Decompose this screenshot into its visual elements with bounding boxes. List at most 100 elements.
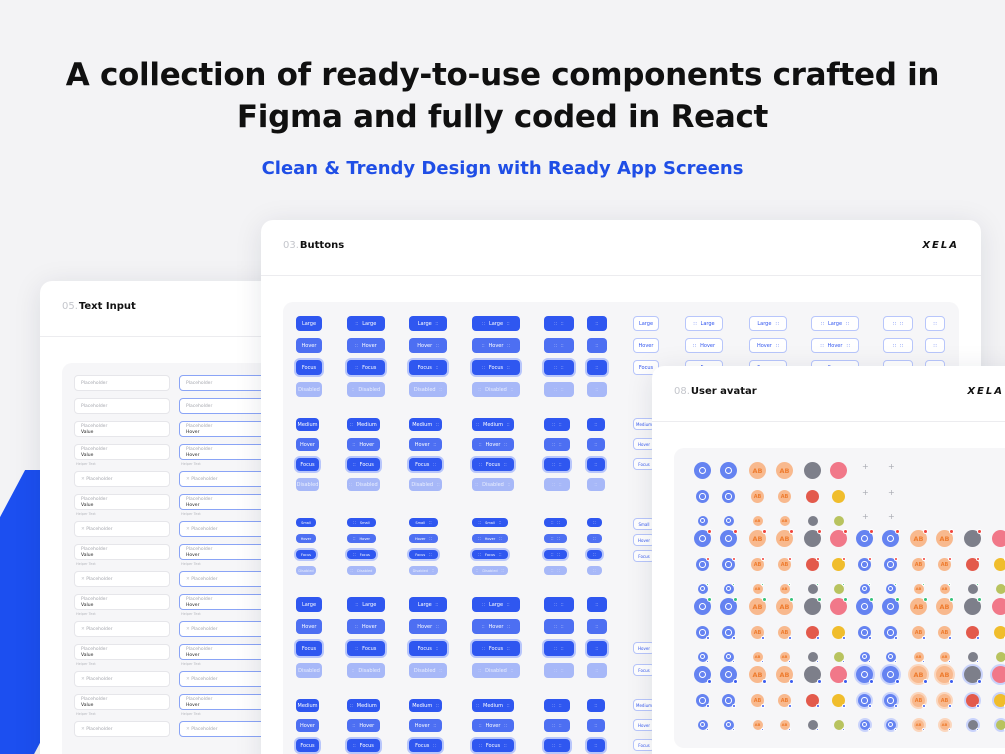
avatar-initials[interactable]: AB [779,515,790,526]
component-button[interactable]: ∷ Focus [347,550,376,559]
component-button[interactable]: ∷ [587,382,607,397]
avatar-icon[interactable] [696,557,710,571]
avatar-photo[interactable] [995,582,1005,594]
avatar-initials[interactable]: AB [749,462,766,479]
avatar-initials[interactable]: AB [751,557,765,571]
outline-button[interactable]: ∷ Hover [685,338,723,353]
avatar-icon[interactable] [720,529,738,547]
component-button[interactable]: ∷ Large [347,316,385,331]
text-input-field[interactable]: Placeholder Value [74,594,170,610]
avatar-icon[interactable] [884,694,898,708]
component-button[interactable]: ∷ [587,478,605,491]
avatar-initials[interactable]: AB [939,651,951,663]
avatar-photo[interactable] [833,582,845,594]
text-input-field[interactable]: Placeholder Value [74,544,170,560]
component-button[interactable]: ∷ Medium [347,418,380,431]
avatar-initials[interactable]: AB [938,557,952,571]
avatar-photo[interactable] [830,597,848,615]
component-button[interactable]: ∷ ∷ [544,739,570,752]
component-button[interactable]: ∷ ∷ [544,382,574,397]
component-button[interactable]: ∷ ∷ [544,699,570,712]
component-button[interactable]: Disabled ∷ [409,478,442,491]
component-button[interactable]: ∷ Hover ∷ [472,619,520,634]
text-input-field[interactable]: Placeholder Value [74,694,170,710]
avatar-icon[interactable] [720,462,737,479]
avatar-icon[interactable] [882,597,900,615]
avatar-photo[interactable] [994,694,1005,708]
outline-button[interactable]: Hover [633,338,659,353]
avatar-photo[interactable] [807,651,819,663]
component-button[interactable]: ∷ ∷ [544,316,574,331]
component-button[interactable]: ∷ Focus ∷ [472,360,520,375]
component-button[interactable]: ∷ Focus [347,641,385,656]
avatar-initials[interactable]: AB [749,666,767,684]
add-avatar-icon[interactable]: + [888,462,895,471]
component-button[interactable]: Disabled ∷ [409,663,447,678]
avatar-icon[interactable] [697,582,709,594]
outline-button[interactable]: Large ∷ [749,316,787,331]
avatar-photo[interactable] [806,694,820,708]
component-button[interactable]: ∷ [587,739,605,752]
component-button[interactable]: ∷ [587,418,605,431]
avatar-initials[interactable]: AB [778,626,792,640]
avatar-photo[interactable] [807,582,819,594]
component-button[interactable]: ∷ Disabled ∷ [472,663,520,678]
text-input-field[interactable]: Placeholder Value [74,494,170,510]
avatar-initials[interactable]: AB [910,666,928,684]
avatar-initials[interactable]: AB [749,597,767,615]
avatar-photo[interactable] [832,694,846,708]
component-button[interactable]: Focus [296,550,316,559]
avatar-initials[interactable]: AB [751,694,765,708]
component-button[interactable]: ∷ Small ∷ [472,518,508,527]
component-button[interactable]: Focus [296,360,322,375]
outline-button[interactable]: ∷ [925,316,945,331]
avatar-initials[interactable]: AB [779,651,791,663]
component-button[interactable]: ∷ Small [347,518,376,527]
component-button[interactable]: ∷ ∷ [544,719,570,732]
component-button[interactable]: ∷ Hover [347,438,380,451]
component-button[interactable]: ∷ ∷ [544,338,574,353]
avatar-initials[interactable]: AB [779,582,791,594]
avatar-icon[interactable] [859,719,871,731]
component-button[interactable]: Small [296,518,316,527]
component-button[interactable]: ∷ [587,518,602,527]
avatar-initials[interactable]: AB [751,490,764,503]
component-button[interactable]: ∷ ∷ [544,641,574,656]
avatar-initials[interactable]: AB [776,597,794,615]
avatar-photo[interactable] [992,529,1005,547]
text-input-field[interactable]: Placeholder Value [74,444,170,460]
component-button[interactable]: ∷ Hover ∷ [472,534,508,543]
avatar-photo[interactable] [832,626,846,640]
avatar-photo[interactable] [830,529,848,547]
text-input-field[interactable]: ✕ Placeholder [74,621,170,637]
component-button[interactable]: ∷ ∷ [544,360,574,375]
component-button[interactable]: Large [296,597,322,612]
component-button[interactable]: Disabled [296,663,322,678]
avatar-icon[interactable] [856,666,874,684]
avatar-photo[interactable] [964,529,982,547]
component-button[interactable]: ∷ [587,534,602,543]
component-button[interactable]: ∷ ∷ [544,597,574,612]
component-button[interactable]: Large [296,316,322,331]
component-button[interactable]: Hover ∷ [409,338,447,353]
component-button[interactable]: ∷ Disabled [347,566,376,575]
component-button[interactable]: Focus ∷ [409,641,447,656]
avatar-icon[interactable] [859,582,871,594]
add-avatar-icon[interactable]: + [862,488,869,497]
avatar-initials[interactable]: AB [912,626,926,640]
avatar-initials[interactable]: AB [936,666,954,684]
avatar-initials[interactable]: AB [752,582,764,594]
component-button[interactable]: ∷ Focus [347,739,380,752]
avatar-initials[interactable]: AB [778,557,792,571]
component-button[interactable]: Hover [296,338,322,353]
component-button[interactable]: Hover ∷ [409,438,442,451]
component-button[interactable]: ∷ Hover [347,619,385,634]
avatar-icon[interactable] [882,666,900,684]
component-button[interactable]: ∷ [587,641,607,656]
avatar-photo[interactable] [804,666,822,684]
component-button[interactable]: Focus [296,739,319,752]
avatar-photo[interactable] [804,462,821,479]
outline-button[interactable]: ∷ Hover ∷ [811,338,859,353]
avatar-icon[interactable] [696,626,710,640]
avatar-photo[interactable] [964,666,982,684]
